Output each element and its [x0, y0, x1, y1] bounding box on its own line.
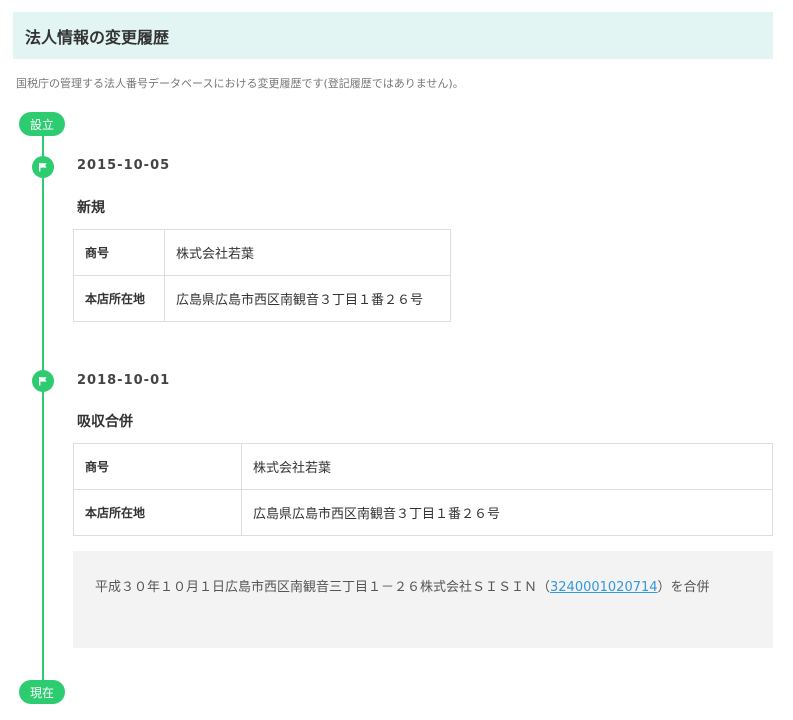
- timeline-marker: [32, 370, 54, 392]
- table-key: 本店所在地: [73, 275, 165, 322]
- table-value: 株式会社若葉: [164, 229, 451, 276]
- section-title: 法人情報の変更履歴: [25, 27, 170, 47]
- entry-event-type: 吸収合併: [77, 414, 133, 430]
- table-row: 商号 株式会社若葉: [73, 229, 451, 276]
- timeline-marker: [32, 156, 54, 178]
- corporate-number-link[interactable]: 3240001020714: [550, 580, 658, 595]
- section-description: 国税庁の管理する法人番号データベースにおける変更履歴です(登記履歴ではありません…: [16, 77, 464, 90]
- table-row: 商号 株式会社若葉: [73, 443, 773, 490]
- timeline-line: [42, 125, 44, 695]
- merger-note: 平成３０年１０月１日広島市西区南観音三丁目１－２６株式会社ＳＩＳＩＮ（32400…: [73, 551, 773, 648]
- table-row: 本店所在地 広島県広島市西区南観音３丁目１番２６号: [73, 489, 773, 536]
- entry-date: 2018-10-01: [77, 373, 171, 388]
- table-value: 広島県広島市西区南観音３丁目１番２６号: [164, 275, 451, 322]
- table-row: 本店所在地 広島県広島市西区南観音３丁目１番２６号: [73, 275, 451, 322]
- table-key: 商号: [73, 443, 242, 490]
- entry-info-table: 商号 株式会社若葉 本店所在地 広島県広島市西区南観音３丁目１番２６号: [73, 229, 451, 322]
- section-header: 法人情報の変更履歴: [13, 12, 773, 59]
- table-value: 株式会社若葉: [241, 443, 773, 490]
- table-key: 本店所在地: [73, 489, 242, 536]
- entry-date: 2015-10-05: [77, 158, 171, 173]
- flag-icon: [39, 377, 47, 386]
- timeline-start-badge: 設立: [19, 112, 65, 136]
- note-text: ）を合併: [657, 580, 710, 595]
- table-value: 広島県広島市西区南観音３丁目１番２６号: [241, 489, 773, 536]
- table-key: 商号: [73, 229, 165, 276]
- timeline-end-badge: 現在: [19, 680, 65, 704]
- note-text: 平成３０年１０月１日広島市西区南観音三丁目１－２６株式会社ＳＩＳＩＮ（: [95, 580, 551, 595]
- flag-icon: [39, 163, 47, 172]
- entry-info-table: 商号 株式会社若葉 本店所在地 広島県広島市西区南観音３丁目１番２６号: [73, 443, 773, 536]
- entry-event-type: 新規: [77, 200, 105, 216]
- change-history-page: 法人情報の変更履歴 国税庁の管理する法人番号データベースにおける変更履歴です(登…: [0, 0, 793, 720]
